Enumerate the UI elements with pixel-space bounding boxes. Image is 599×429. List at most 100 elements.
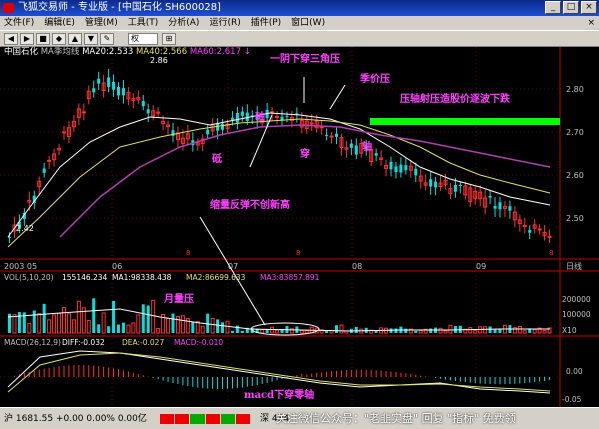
- candle-body: [240, 111, 244, 116]
- breadth-seg-3: [190, 414, 205, 424]
- candle-body: [335, 133, 338, 137]
- toolbar-next-button[interactable]: ▶: [20, 33, 34, 45]
- vol-ytick-100000: 100000: [562, 310, 591, 319]
- annotation-season-pressure: 季价压: [360, 74, 390, 85]
- candle-body: [488, 195, 492, 198]
- candle-body: [547, 235, 552, 238]
- candle-body: [47, 159, 52, 162]
- volume-bar: [389, 328, 393, 333]
- annotation-macd-cross: macd下穿零轴: [244, 390, 315, 401]
- window-controls: _ □ ×: [545, 1, 597, 14]
- volume-bar: [97, 324, 101, 333]
- candle-body: [107, 77, 111, 87]
- menu-tools[interactable]: 工具(T): [128, 16, 159, 30]
- minimize-button[interactable]: _: [545, 1, 561, 14]
- menu-run[interactable]: 运行(R): [209, 16, 240, 30]
- candle-body: [508, 206, 512, 211]
- pressure-band: [370, 118, 560, 125]
- macd-dea: DEA:-0.027: [122, 338, 164, 347]
- xtick-08: 08: [352, 262, 362, 271]
- volume-bar: [32, 310, 36, 333]
- volume-bar: [488, 326, 492, 333]
- candle-body: [285, 116, 289, 118]
- menu-edit[interactable]: 编辑(E): [44, 16, 75, 30]
- volume-bar: [117, 324, 120, 333]
- menu-bar: 文件(F) 编辑(E) 管理(M) 工具(T) 分析(A) 运行(R) 插件(P…: [0, 16, 599, 30]
- indicator-name: MA季均线: [40, 47, 80, 57]
- volume-bar: [42, 303, 46, 333]
- menu-window[interactable]: 窗口(W): [291, 16, 325, 30]
- toolbar-down-button[interactable]: ▼: [84, 33, 98, 45]
- macd-value: MACD:-0.010: [174, 338, 223, 347]
- candle-body: [389, 161, 393, 170]
- menu-manage[interactable]: 管理(M): [85, 16, 118, 30]
- candle-body: [156, 111, 161, 114]
- volume-bar: [92, 298, 96, 333]
- volume-bar: [171, 313, 175, 333]
- watermark-text: 关注微信公众号："老韭实盘" 回复 "指标" 免费领: [276, 412, 516, 425]
- candle-body: [414, 168, 418, 176]
- volume-bar: [325, 330, 329, 333]
- title-bar: 飞狐交易师 - 专业版 - [中国石化 SH600028] _ □ ×: [0, 0, 599, 16]
- menu-plugins[interactable]: 插件(P): [251, 16, 281, 30]
- volume-bar: [112, 300, 116, 333]
- candle-body: [404, 165, 408, 171]
- vol-value: 155146.234: [62, 273, 108, 282]
- macd-diff: DIFF:-0.032: [62, 338, 105, 347]
- stock-name: 中国石化: [4, 47, 39, 57]
- breadth-seg-2: [175, 414, 190, 424]
- candle-body: [374, 153, 378, 156]
- rights-select[interactable]: 权: [128, 33, 158, 45]
- sh-index-status: 沪 1681.55 +0.00 0.00% 0.00亿: [4, 414, 147, 424]
- vol-label: VOL(5,10,20): [4, 273, 54, 282]
- indicator-header: 中国石化 MA季均线 MA20:2.533 MA40:2.566 MA60:2.…: [4, 47, 251, 58]
- candle-body: [206, 129, 210, 135]
- candle-body: [235, 113, 239, 123]
- vol-ytick-unit: X10: [562, 326, 577, 335]
- volume-bar: [394, 328, 398, 333]
- candle-body: [394, 166, 398, 173]
- volume-bar: [414, 330, 418, 333]
- toolbar-grid-button[interactable]: ⊞: [162, 33, 176, 45]
- volume-bar: [141, 304, 145, 333]
- toolbar-prev-button[interactable]: ◀: [4, 33, 18, 45]
- candle-body: [429, 179, 433, 187]
- menu-file[interactable]: 文件(F): [4, 16, 34, 30]
- maximize-button[interactable]: □: [563, 1, 579, 14]
- close-button[interactable]: ×: [581, 1, 597, 14]
- annotation-chuan: 穿: [300, 149, 310, 160]
- market-breadth-bar: [160, 414, 251, 424]
- breadth-seg-5: [220, 414, 235, 424]
- low-price-label: 2.42: [16, 224, 34, 233]
- ytick-270: 2.70: [566, 128, 584, 137]
- toolbar-draw-button[interactable]: ◆: [52, 33, 66, 45]
- breadth-seg-4: [205, 414, 220, 424]
- candle-body: [319, 126, 324, 129]
- title-separator-2: -: [107, 2, 118, 13]
- volume-bar: [221, 322, 225, 333]
- candle-body: [146, 109, 150, 114]
- app-name: 飞狐交易师: [18, 2, 68, 13]
- annotation-one-yin: 一阴下穿三角压: [270, 54, 340, 65]
- xtick-daily: 日线: [566, 261, 582, 271]
- toolbar: ◀ ▶ ■ ◆ ▲ ▼ ✎ ⊞ 权: [0, 30, 599, 47]
- toolbar-pen-button[interactable]: ✎: [100, 33, 114, 45]
- menu-close-icon[interactable]: ×: [587, 16, 595, 30]
- vol-ma1: MA1:98338.438: [112, 273, 172, 282]
- candle-body: [81, 111, 86, 114]
- annotation-zhou-right: 轴: [362, 142, 372, 153]
- annotation-zhou-left: 轴: [255, 112, 265, 123]
- candle-body: [42, 168, 46, 173]
- ytick-280: 2.80: [566, 85, 584, 94]
- candle-body: [245, 112, 249, 121]
- volume-bar: [498, 328, 502, 333]
- toolbar-up-button[interactable]: ▲: [68, 33, 82, 45]
- candle-body: [399, 164, 403, 173]
- xmark-3: 8: [549, 249, 553, 257]
- volume-bar: [240, 330, 244, 333]
- toolbar-stop-button[interactable]: ■: [36, 33, 50, 45]
- volume-bar: [230, 330, 234, 333]
- menu-analysis[interactable]: 分析(A): [168, 16, 199, 30]
- volume-bar: [335, 325, 338, 333]
- candle-body: [270, 111, 275, 114]
